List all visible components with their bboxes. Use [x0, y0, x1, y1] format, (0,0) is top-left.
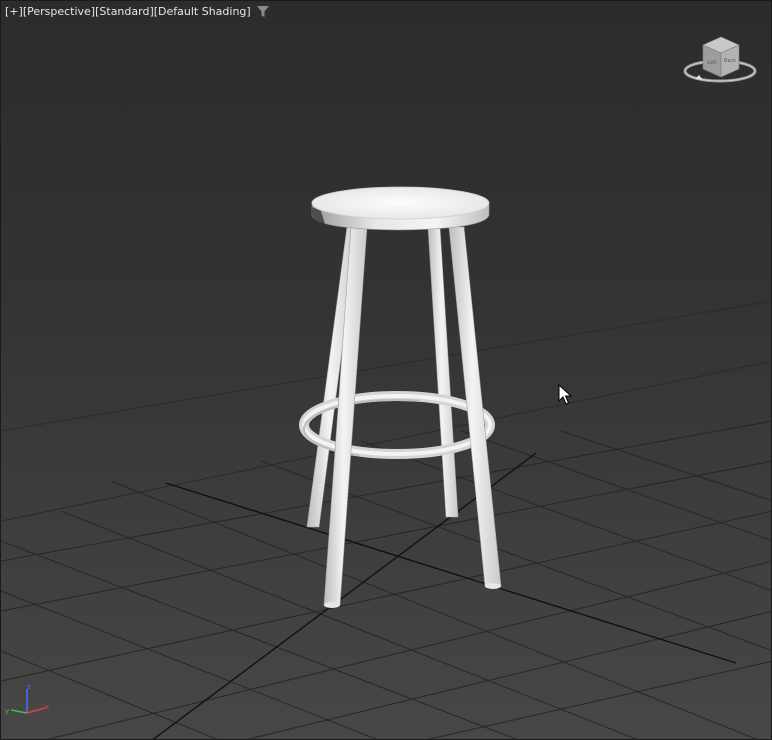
bar-stool[interactable]: [299, 186, 502, 608]
filter-icon[interactable]: [256, 5, 269, 18]
viewcube-face-back: Back: [724, 58, 736, 64]
viewport-scene[interactable]: [1, 1, 772, 740]
viewport-plus-menu[interactable]: [+]: [5, 5, 23, 18]
svg-text:x: x: [45, 703, 49, 711]
viewcube-icon[interactable]: Left Back: [681, 33, 759, 89]
grid-axes: [152, 452, 737, 739]
perspective-viewport[interactable]: [+] [Perspective] [Standard] [Default Sh…: [0, 0, 772, 740]
mouse-cursor-icon: [558, 384, 572, 405]
svg-text:y: y: [5, 707, 9, 715]
viewport-shading-menu[interactable]: [Default Shading]: [154, 5, 251, 18]
viewcube-face-left: Left: [707, 60, 716, 66]
home-grid: [1, 300, 771, 739]
axis-tripod-icon: z x y: [5, 683, 49, 715]
viewport-standard-menu[interactable]: [Standard]: [95, 5, 154, 18]
viewport-label-menu: [+] [Perspective] [Standard] [Default Sh…: [5, 5, 269, 18]
viewport-point-of-view-menu[interactable]: [Perspective]: [23, 5, 95, 18]
svg-text:z: z: [27, 683, 31, 691]
